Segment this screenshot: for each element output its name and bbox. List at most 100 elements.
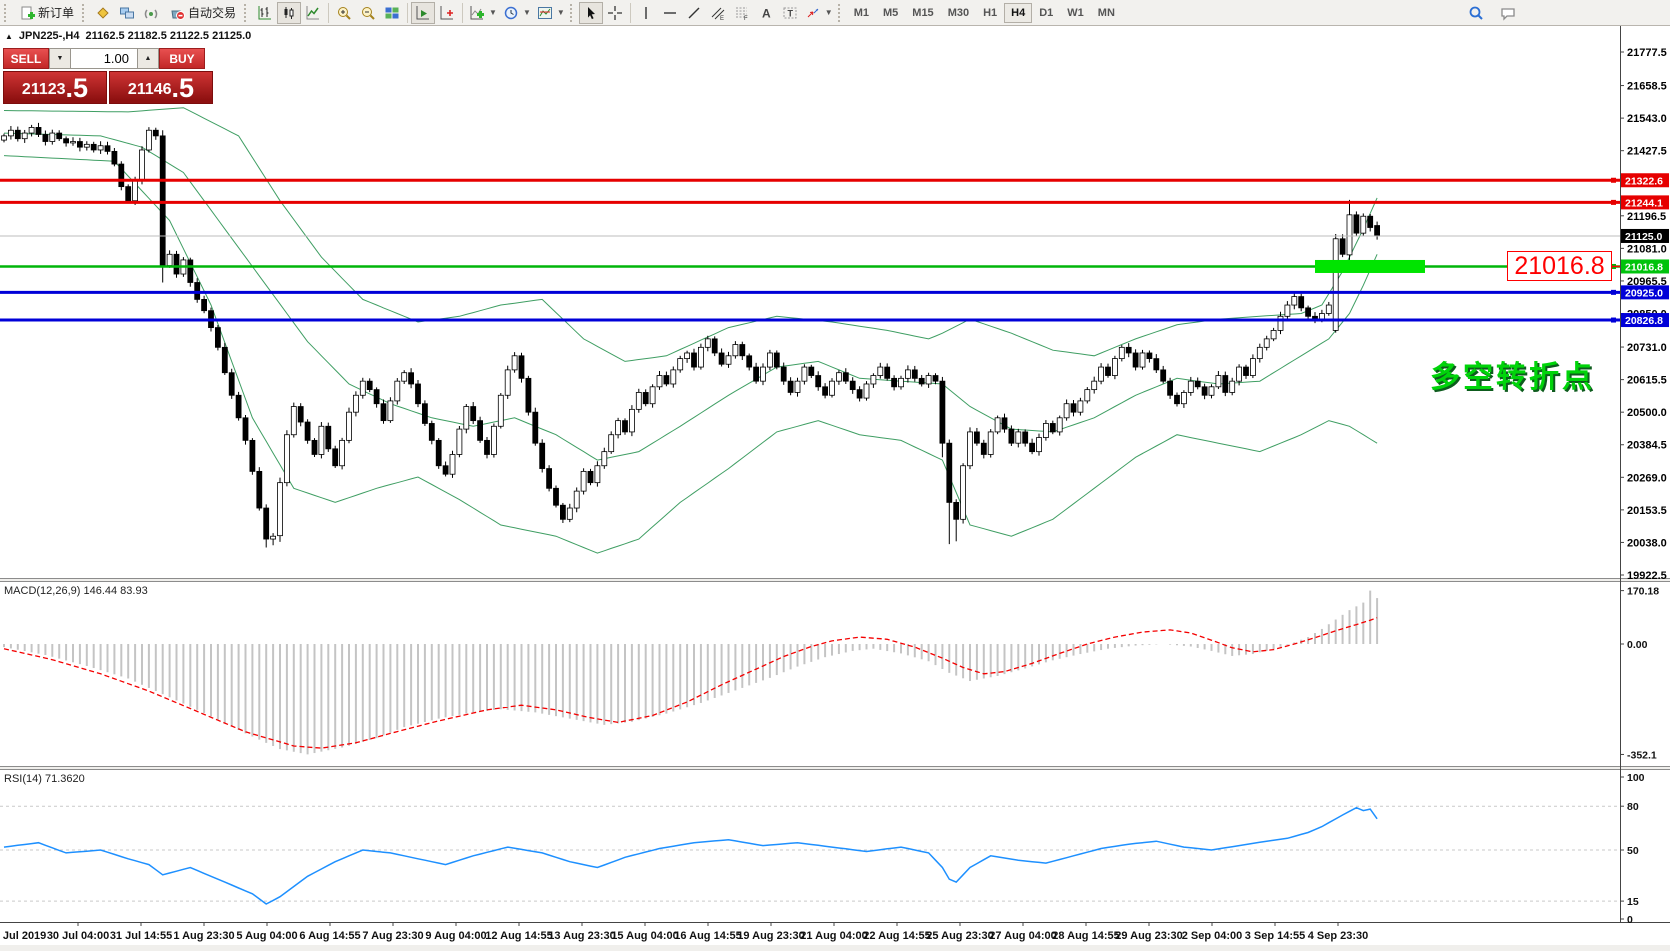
crosshair-icon (607, 5, 622, 20)
fibonacci-button[interactable]: F (730, 2, 754, 24)
svg-text:13 Aug 23:30: 13 Aug 23:30 (548, 930, 615, 942)
time-axis: 8 Jul 201930 Jul 04:0031 Jul 14:551 Aug … (0, 922, 1368, 942)
tf-MN[interactable]: MN (1091, 3, 1122, 23)
chevron-down-icon: ▼ (522, 8, 531, 17)
svg-text:20615.5: 20615.5 (1627, 375, 1667, 387)
macd-panel (3, 590, 1379, 755)
tf-M1[interactable]: M1 (847, 3, 876, 23)
toolbar-grip (244, 3, 249, 22)
svg-text:21 Aug 04:00: 21 Aug 04:00 (800, 930, 867, 942)
text-button[interactable]: A (754, 2, 778, 24)
arrows-button[interactable]: ▼ (802, 2, 836, 24)
new-order-button[interactable]: 新订单 (13, 2, 80, 24)
chart-window[interactable]: 21777.521658.521543.021427.521312.021196… (0, 26, 1670, 951)
buy-price-frac: .5 (171, 73, 195, 104)
svg-text:3 Sep 14:55: 3 Sep 14:55 (1245, 930, 1306, 942)
volume-input[interactable]: 1.00 (71, 48, 137, 69)
svg-text:16 Aug 14:55: 16 Aug 14:55 (674, 930, 741, 942)
buy-button[interactable]: BUY (159, 48, 205, 69)
cursor-icon (587, 6, 595, 19)
buy-price-display[interactable]: 21146 .5 (109, 71, 213, 104)
tf-M15[interactable]: M15 (905, 3, 940, 23)
tf-M30[interactable]: M30 (941, 3, 976, 23)
svg-text:50: 50 (1627, 845, 1639, 857)
svg-text:7 Aug 23:30: 7 Aug 23:30 (362, 930, 423, 942)
svg-text:29 Aug 23:30: 29 Aug 23:30 (1115, 930, 1182, 942)
horizontal-line-button[interactable] (658, 2, 682, 24)
auto-trading-button[interactable]: 自动交易 (163, 2, 242, 24)
toolbar-grip (4, 3, 9, 22)
sell-price-main: 21123 (21, 81, 66, 98)
chat-icon (1501, 7, 1515, 21)
svg-text:21658.5: 21658.5 (1627, 81, 1667, 93)
tf-M5[interactable]: M5 (876, 3, 905, 23)
auto-scroll-button[interactable] (411, 1, 436, 24)
chinese-annotation-text[interactable]: 多空转折点 (1430, 352, 1595, 396)
zoom-in-button[interactable] (332, 2, 356, 24)
channel-button[interactable]: E (706, 2, 730, 24)
chart-symbol-period: JPN225-,H4 (18, 30, 80, 42)
chart-window-button[interactable] (91, 2, 115, 24)
svg-text:E: E (720, 16, 724, 21)
volume-increase-button[interactable]: ▲ (137, 48, 159, 69)
svg-text:T: T (787, 8, 793, 18)
svg-text:A: A (762, 6, 771, 20)
text-label-button[interactable]: T (778, 2, 802, 24)
sell-price-display[interactable]: 21123 .5 (3, 71, 107, 104)
price-tag-21125.0: 21125.0 (1621, 228, 1669, 243)
price-annotation-box[interactable]: 21016.8 (1507, 251, 1612, 281)
chart-shift-button[interactable] (435, 2, 459, 24)
horizontal-lines[interactable] (0, 177, 1621, 323)
svg-text:21244.1: 21244.1 (1625, 197, 1663, 209)
periods-button[interactable]: ▼ (500, 2, 534, 24)
zoom-out-icon (362, 6, 375, 20)
price-tag-20925.0: 20925.0 (1621, 285, 1669, 300)
sell-button[interactable]: SELL (3, 48, 49, 69)
trendline-icon (688, 7, 700, 18)
tf-D1[interactable]: D1 (1032, 3, 1060, 23)
svg-text:8 Jul 2019: 8 Jul 2019 (0, 930, 46, 942)
templates-button[interactable]: ▼ (534, 2, 568, 24)
collapse-triangle-icon[interactable]: ▲ (5, 32, 13, 41)
crosshair-button[interactable] (603, 2, 627, 24)
ohlc-bars-button[interactable] (253, 2, 277, 24)
tf-H1[interactable]: H1 (976, 3, 1004, 23)
highlight-rectangle[interactable] (1315, 259, 1425, 273)
gold-diamond-icon (97, 6, 109, 19)
zoom-out-button[interactable] (356, 2, 380, 24)
chart-canvas[interactable]: 21777.521658.521543.021427.521312.021196… (0, 26, 1670, 951)
line-chart-button[interactable] (301, 2, 325, 24)
market-watch-button[interactable] (115, 2, 139, 24)
tile-windows-button[interactable] (380, 2, 404, 24)
cursor-button[interactable] (578, 1, 603, 24)
signal-icon (144, 9, 158, 18)
candlestick-button[interactable] (277, 1, 302, 24)
chevron-down-icon: ▼ (824, 8, 833, 17)
volume-decrease-button[interactable]: ▼ (49, 48, 71, 69)
tf-H4[interactable]: H4 (1004, 2, 1033, 23)
rsi-level-lines (0, 805, 1620, 902)
arrows-icon (807, 8, 819, 17)
new-order-label: 新订单 (38, 6, 75, 20)
indicators-button[interactable]: ▼ (466, 2, 500, 24)
chat-button[interactable] (1496, 2, 1520, 24)
timeframe-group: M1 M5 M15 M30 H1 H4 D1 W1 MN (847, 2, 1122, 23)
auto-trading-label: 自动交易 (188, 6, 237, 20)
chart-shift-icon (440, 5, 454, 19)
svg-text:-352.1: -352.1 (1627, 749, 1657, 761)
svg-text:12 Aug 14:55: 12 Aug 14:55 (485, 930, 552, 942)
text-icon: A (762, 6, 771, 20)
tf-W1[interactable]: W1 (1060, 3, 1091, 23)
search-button[interactable] (1464, 2, 1488, 24)
candlestick-icon (284, 6, 294, 19)
svg-text:30 Jul 04:00: 30 Jul 04:00 (47, 930, 109, 942)
macd-indicator-label: MACD(12,26,9) 146.44 83.93 (4, 585, 148, 597)
svg-text:2 Sep 04:00: 2 Sep 04:00 (1182, 930, 1243, 942)
vertical-line-button[interactable] (634, 2, 658, 24)
signals-button[interactable] (139, 2, 163, 24)
svg-text:21125.0: 21125.0 (1625, 231, 1663, 243)
svg-text:21196.5: 21196.5 (1627, 211, 1666, 223)
svg-text:5 Aug 04:00: 5 Aug 04:00 (236, 930, 297, 942)
trendline-button[interactable] (682, 2, 706, 24)
svg-text:21543.0: 21543.0 (1627, 113, 1667, 125)
